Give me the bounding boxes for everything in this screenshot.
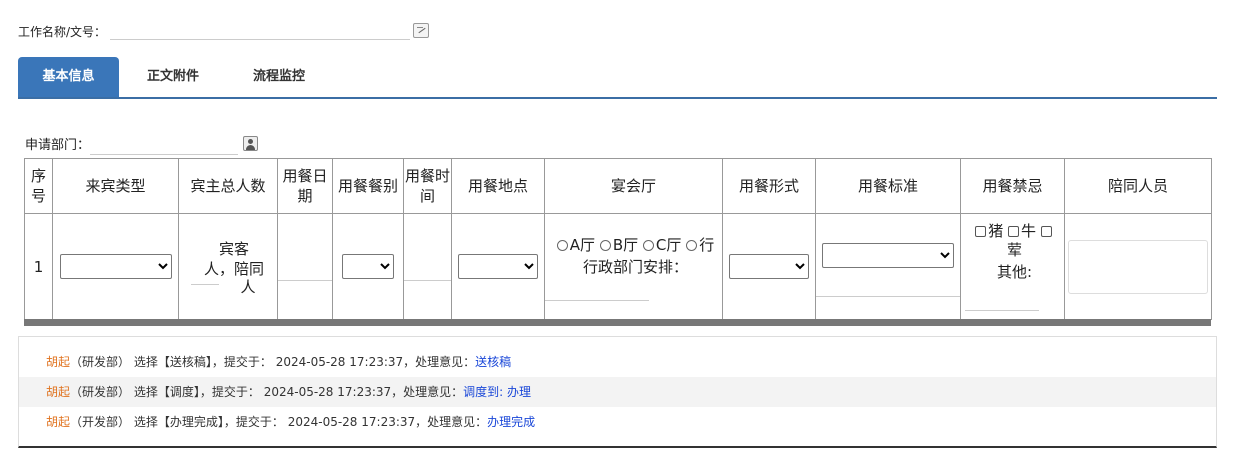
companion-cell — [1064, 213, 1212, 320]
log-item: 胡起（开发部） 选择【办理完成】，提交于： 2024-05-28 17:23:3… — [19, 407, 1216, 437]
log-user: 胡起 — [46, 355, 71, 369]
meal-standard-select[interactable] — [822, 243, 954, 268]
other-label: 其他: — [996, 263, 1033, 281]
hall-c-radio[interactable] — [642, 240, 654, 251]
meal-standard-line — [816, 296, 960, 297]
log-dept: （开发部） — [70, 415, 131, 429]
tab-bar: 基本信息 正文附件 流程监控 — [18, 57, 1217, 99]
guest-type-cell — [52, 213, 179, 320]
meal-type-cell — [332, 213, 404, 320]
pork-checkbox[interactable] — [975, 226, 987, 237]
meal-location-cell — [451, 213, 545, 320]
log-action: 选择【送核稿】，提交于： — [133, 355, 272, 369]
log-action: 选择【调度】，提交于： — [133, 385, 260, 399]
table-bottom-bar — [24, 319, 1211, 326]
hall-b-radio[interactable] — [599, 240, 611, 251]
work-title-label: 工作名称/文号： — [18, 24, 107, 39]
hall-admin-label: 行政部门安排： — [582, 258, 688, 276]
log-item: 胡起（研发部） 选择【送核稿】，提交于： 2024-05-28 17:23:37… — [19, 347, 1216, 377]
log-opinion: 送核稿 — [475, 355, 512, 369]
meat-checkbox[interactable] — [1040, 226, 1052, 237]
log-opinion: 调度到: 办理 — [463, 385, 532, 399]
tab-basic-info[interactable]: 基本信息 — [18, 57, 119, 97]
col-header: 宴会厅 — [544, 158, 723, 214]
log-opinion: 办理完成 — [487, 415, 536, 429]
col-header: 用餐禁忌 — [960, 158, 1065, 214]
guest-label: 宾客 — [218, 239, 249, 258]
table-header-row: 序号 来宾类型 宾主总人数 用餐日期 用餐餐别 用餐时间 用餐地点 宴会厅 用餐… — [24, 158, 1212, 214]
meal-standard-cell — [815, 213, 961, 320]
meal-form-cell — [722, 213, 816, 320]
pork-label: 猪 — [988, 222, 1004, 240]
log-dept: （研发部） — [70, 385, 131, 399]
meal-location-select[interactable] — [458, 254, 538, 279]
companion-textarea[interactable] — [1068, 239, 1208, 294]
dept-row: 申请部门： — [25, 131, 239, 155]
log-dept: （研发部） — [70, 355, 131, 369]
tab-flow-monitor[interactable]: 流程监控 — [234, 57, 324, 97]
person-unit-label: 人 — [240, 277, 256, 296]
col-header: 序号 — [24, 158, 53, 214]
accompany-label: 人，陪同 — [203, 259, 264, 278]
work-title-input[interactable] — [110, 23, 411, 40]
row-index: 1 — [24, 213, 53, 320]
other-input[interactable] — [965, 310, 1039, 311]
taboo-cell: 猪 牛 荤 其他: — [960, 213, 1065, 320]
beef-label: 牛 — [1021, 222, 1037, 240]
hall-admin-input[interactable] — [545, 300, 649, 301]
hall-admin-radio[interactable] — [686, 240, 698, 251]
col-header: 宾主总人数 — [178, 158, 278, 214]
meal-time-input[interactable] — [404, 280, 451, 281]
meal-form-select[interactable] — [729, 254, 809, 279]
col-header: 陪同人员 — [1064, 158, 1212, 214]
hall-c-label: C厅 — [655, 236, 682, 254]
dept-label: 申请部门： — [25, 137, 91, 153]
hall-a-label: A厅 — [569, 236, 596, 254]
approval-log: 胡起（研发部） 选择【送核稿】，提交于： 2024-05-28 17:23:37… — [18, 336, 1217, 448]
beef-checkbox[interactable] — [1008, 226, 1019, 237]
col-header: 用餐标准 — [815, 158, 961, 214]
col-header: 来宾类型 — [52, 158, 179, 214]
log-time: 2024-05-28 17:23:37，处理意见： — [275, 355, 476, 369]
guest-count-input[interactable] — [191, 284, 219, 285]
col-header: 用餐日期 — [277, 158, 333, 214]
log-action: 选择【办理完成】，提交于： — [133, 415, 284, 429]
work-title-row: 工作名称/文号： — [18, 22, 411, 40]
guest-type-select[interactable] — [59, 254, 172, 279]
log-item: 胡起（研发部） 选择【调度】，提交于： 2024-05-28 17:23:37，… — [19, 377, 1216, 407]
log-time: 2024-05-28 17:23:37，处理意见： — [263, 385, 464, 399]
meat-label: 荤 — [1006, 241, 1022, 259]
col-header: 用餐时间 — [403, 158, 452, 214]
user-picker-icon[interactable] — [243, 136, 258, 151]
meal-date-cell — [277, 213, 333, 320]
table-row: 1 宾客 人，陪同 人 A厅 B厅 C厅 行 行政部门安排： 猪 牛 荤 其他: — [24, 213, 1212, 320]
tab-attachments[interactable]: 正文附件 — [128, 57, 218, 97]
col-header: 用餐形式 — [722, 158, 816, 214]
edit-icon[interactable] — [413, 23, 429, 38]
guest-count-cell: 宾客 人，陪同 人 — [178, 213, 278, 320]
banquet-hall-cell: A厅 B厅 C厅 行 行政部门安排： — [544, 213, 723, 320]
col-header: 用餐餐别 — [332, 158, 404, 214]
hall-b-label: B厅 — [612, 236, 639, 254]
log-time: 2024-05-28 17:23:37，处理意见： — [287, 415, 488, 429]
meal-table: 序号 来宾类型 宾主总人数 用餐日期 用餐餐别 用餐时间 用餐地点 宴会厅 用餐… — [24, 158, 1212, 320]
log-user: 胡起 — [46, 385, 71, 399]
log-user: 胡起 — [46, 415, 71, 429]
meal-date-input[interactable] — [278, 280, 332, 281]
col-header: 用餐地点 — [451, 158, 545, 214]
meal-type-select[interactable] — [342, 254, 394, 279]
hall-a-radio[interactable] — [556, 240, 568, 251]
meal-time-cell — [403, 213, 452, 320]
dept-input[interactable] — [90, 131, 239, 155]
